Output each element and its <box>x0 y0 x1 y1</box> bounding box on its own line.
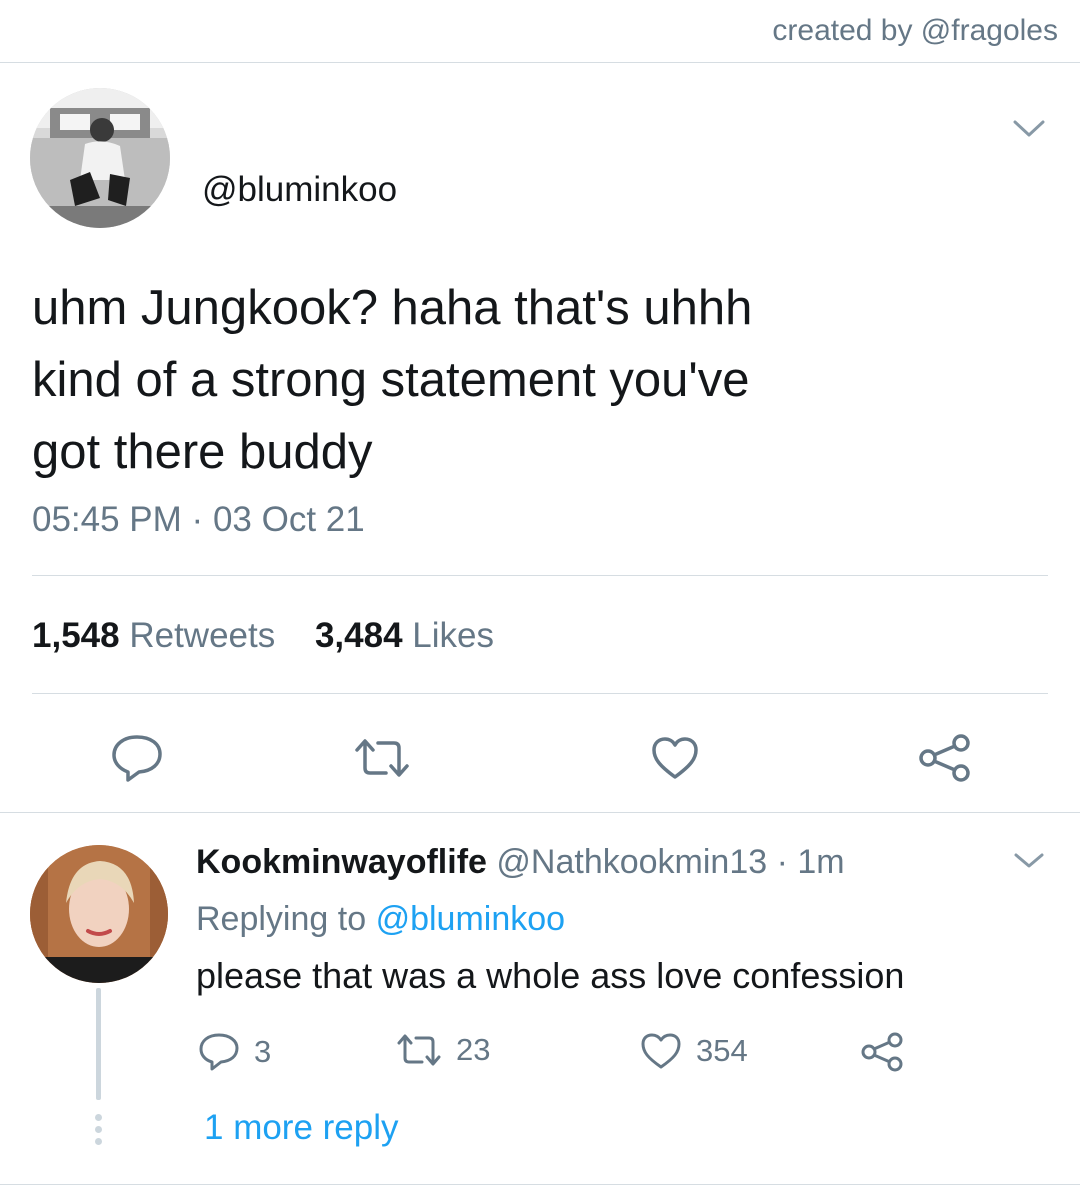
reply-text: please that was a whole ass love confess… <box>196 955 905 996</box>
reply-header: Kookminwayoflife @Nathkookmin13 · 1m <box>196 843 845 882</box>
reply-author-avatar[interactable] <box>30 845 168 983</box>
reply-time[interactable]: 1m <box>797 843 844 881</box>
chevron-down-icon[interactable] <box>1012 118 1046 140</box>
more-replies-link[interactable]: 1 more reply <box>204 1108 399 1148</box>
retweet-count[interactable]: 1,548 <box>32 616 120 655</box>
tweet-text-line: uhm Jungkook? haha that's uhhh <box>32 281 753 335</box>
author-handle[interactable]: @bluminkoo <box>202 170 397 210</box>
timestamp-separator: · <box>191 500 204 539</box>
thread-line <box>96 988 101 1100</box>
tweet-text: uhm Jungkook? haha that's uhhh kind of a… <box>32 272 1032 488</box>
replying-to: Replying to @bluminkoo <box>196 900 565 939</box>
retweet-icon <box>355 739 409 777</box>
tweet-text-line: got there buddy <box>32 425 373 479</box>
reply-button[interactable] <box>107 730 167 786</box>
share-icon <box>861 1032 903 1072</box>
divider <box>0 812 1080 813</box>
reply-retweet-count: 23 <box>456 1032 491 1067</box>
retweets-label[interactable]: Retweets <box>129 616 275 655</box>
reply-handle[interactable]: @Nathkookmin13 <box>496 843 767 881</box>
creator-credit: created by @fragoles <box>772 14 1058 47</box>
like-button[interactable] <box>645 730 705 786</box>
heart-icon <box>641 1033 681 1069</box>
tweet-timestamp[interactable]: 05:45 PM · 03 Oct 21 <box>32 500 365 540</box>
tweet-stats: 1,548 Retweets 3,484 Likes <box>32 616 494 656</box>
share-icon <box>919 734 970 782</box>
retweet-button[interactable] <box>352 730 412 786</box>
reply-separator: · <box>776 843 788 881</box>
divider <box>32 693 1048 694</box>
replying-to-label: Replying to <box>196 900 367 938</box>
thread-dots <box>95 1114 103 1150</box>
retweet-icon <box>397 1034 441 1066</box>
divider <box>0 1184 1080 1185</box>
chevron-down-icon[interactable] <box>1012 850 1046 872</box>
reply-reply-count: 3 <box>254 1034 272 1069</box>
share-button[interactable] <box>915 730 975 786</box>
author-avatar[interactable] <box>30 88 170 228</box>
reply-display-name[interactable]: Kookminwayoflife <box>196 843 487 881</box>
reply-like-button[interactable]: 354 <box>640 1032 748 1070</box>
tweet-date: 03 Oct 21 <box>212 500 365 539</box>
divider <box>32 575 1048 576</box>
likes-label[interactable]: Likes <box>412 616 494 655</box>
heart-icon <box>652 737 698 779</box>
like-count[interactable]: 3,484 <box>315 616 403 655</box>
replying-to-mention[interactable]: @bluminkoo <box>376 900 566 938</box>
reply-like-count: 354 <box>696 1033 748 1068</box>
reply-icon <box>112 735 162 782</box>
tweet-time: 05:45 PM <box>32 500 182 539</box>
tweet-text-line: kind of a strong statement you've <box>32 353 750 407</box>
reply-icon <box>199 1033 239 1071</box>
reply-share-button[interactable] <box>860 1032 918 1072</box>
reply-retweet-button[interactable]: 23 <box>396 1032 490 1068</box>
header-divider <box>0 62 1080 63</box>
reply-reply-button[interactable]: 3 <box>198 1032 271 1072</box>
